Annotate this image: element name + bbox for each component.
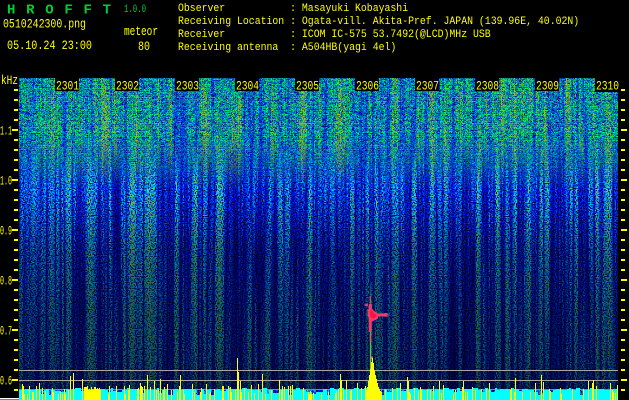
- svg-text:0.9: 0.9: [0, 225, 12, 239]
- svg-text:2307: 2307: [416, 80, 439, 94]
- svg-text:2302: 2302: [116, 80, 139, 94]
- svg-text:2305: 2305: [296, 80, 319, 94]
- svg-text:2303: 2303: [176, 80, 199, 94]
- svg-text:05.10.24 23:00: 05.10.24 23:00: [7, 39, 92, 53]
- svg-text:meteor: meteor: [124, 25, 158, 39]
- svg-text:Receiving antenna : A504HB(ya: Receiving antenna : A504HB(yagi 4el): [178, 42, 396, 54]
- svg-text:80: 80: [138, 40, 150, 54]
- svg-text:2304: 2304: [236, 80, 259, 94]
- svg-text:0.7: 0.7: [0, 325, 12, 339]
- svg-text:2308: 2308: [476, 80, 499, 94]
- svg-text:2309: 2309: [536, 80, 559, 94]
- svg-text:0.8: 0.8: [0, 275, 12, 289]
- svg-text:1.1: 1.1: [0, 125, 12, 139]
- svg-text:Receiving Location : Ogata-vil: Receiving Location : Ogata-vill. Akita-P…: [178, 16, 579, 28]
- svg-text:Observer : Masayuki: Observer : Masayuki Kobayashi: [178, 3, 408, 15]
- svg-text:kHz: kHz: [1, 74, 18, 88]
- svg-text:Receiver : ICOM IC-5: Receiver : ICOM IC-575 53.7492(@LCD)MHz …: [178, 29, 491, 41]
- svg-text:2306: 2306: [356, 80, 379, 94]
- svg-text:0.6: 0.6: [0, 375, 12, 389]
- svg-text:1.0.0: 1.0.0: [124, 4, 146, 16]
- svg-text:0510242300.png: 0510242300.png: [3, 18, 86, 32]
- svg-text:2301: 2301: [56, 80, 79, 94]
- svg-text:2310: 2310: [596, 80, 619, 94]
- svg-text:1.0: 1.0: [0, 175, 12, 189]
